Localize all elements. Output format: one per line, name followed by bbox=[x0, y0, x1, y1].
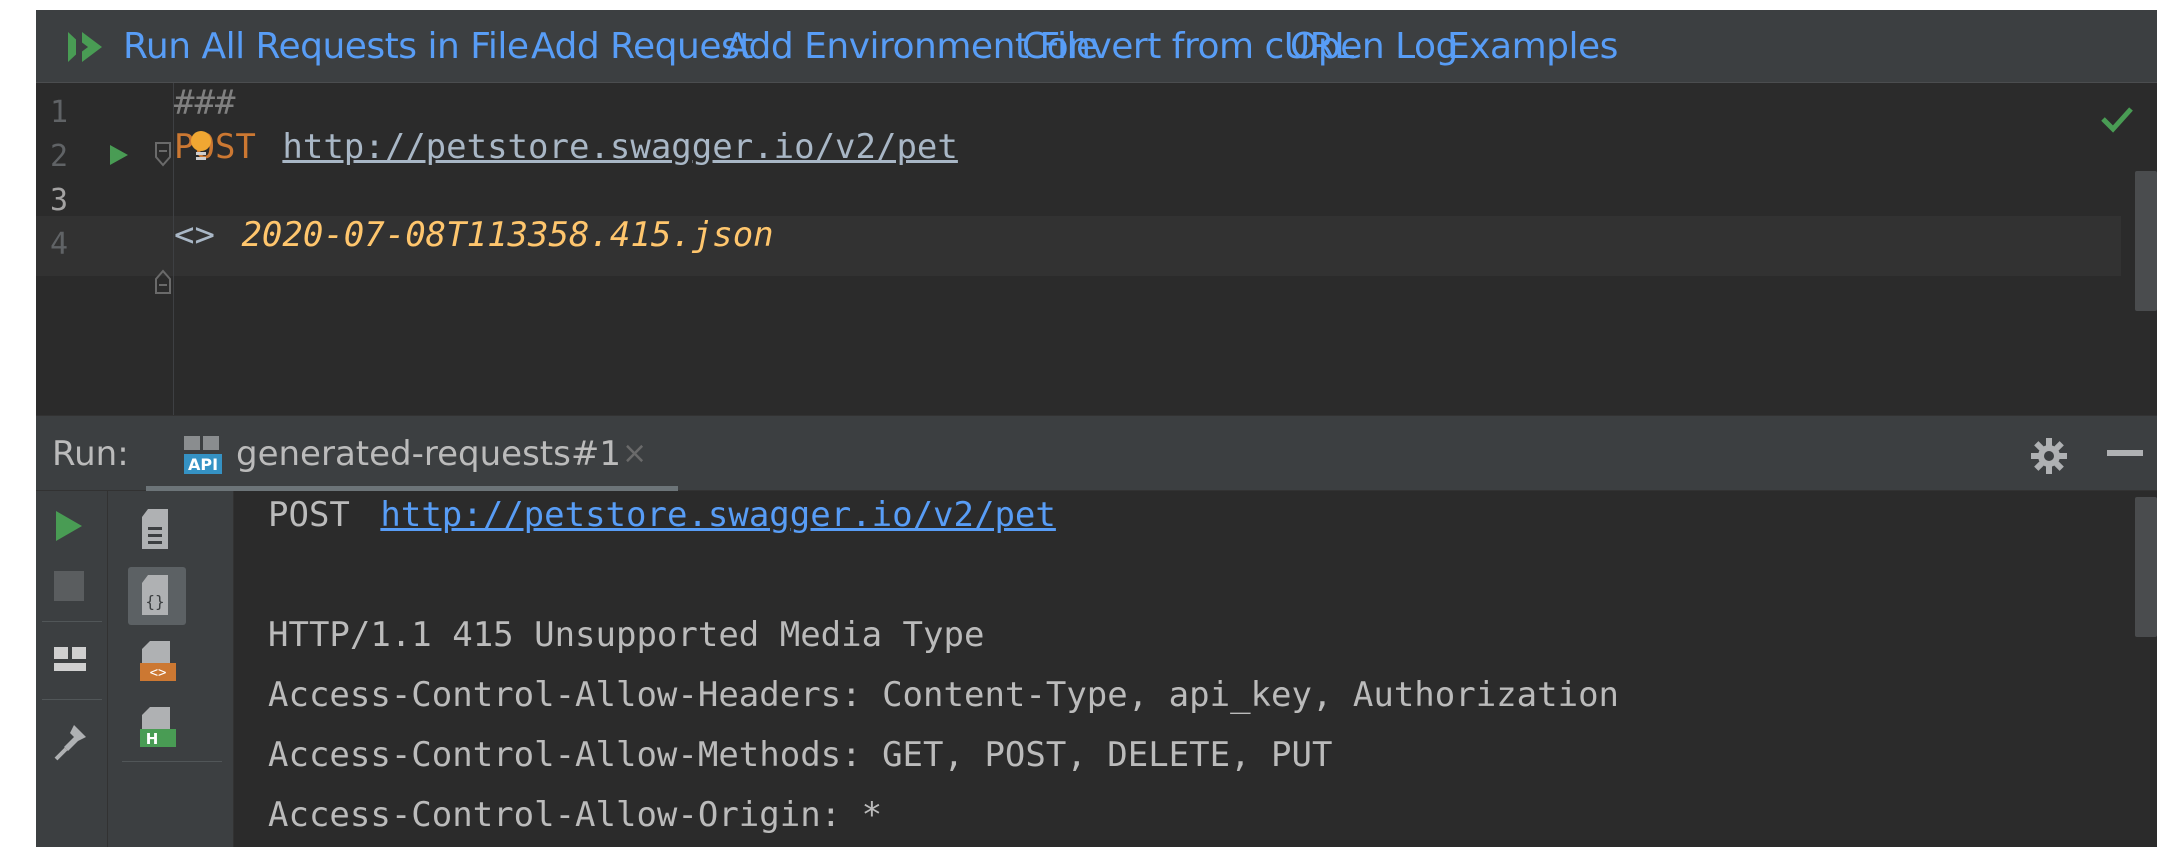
run-all-icon[interactable] bbox=[66, 30, 110, 64]
output-header-allow-headers: Access-Control-Allow-Headers: Content-Ty… bbox=[268, 675, 1620, 715]
minimize-icon[interactable] bbox=[2107, 450, 2143, 456]
intention-bulb-icon[interactable] bbox=[188, 129, 214, 163]
response-file-link[interactable]: 2020-07-08T113358.415.json bbox=[241, 215, 773, 255]
stop-icon[interactable] bbox=[54, 571, 84, 601]
output-request-method: POST bbox=[268, 495, 350, 535]
open-log-link[interactable]: Open Log bbox=[1290, 10, 1458, 83]
output-request-url[interactable]: http://petstore.swagger.io/v2/pet bbox=[380, 495, 1056, 535]
gear-icon[interactable] bbox=[2029, 436, 2069, 476]
run-tab-label: generated-requests#1 bbox=[236, 434, 621, 474]
check-icon bbox=[2101, 107, 2133, 133]
output-header-allow-methods: Access-Control-Allow-Methods: GET, POST,… bbox=[268, 735, 1333, 775]
pin-icon[interactable] bbox=[54, 723, 88, 761]
svg-text:API: API bbox=[188, 455, 218, 474]
http-client-toolbar: Run All Requests in File Add Request Add… bbox=[36, 10, 2157, 83]
run-label: Run: bbox=[52, 434, 129, 474]
rerun-icon[interactable] bbox=[54, 509, 84, 543]
request-line: POST http://petstore.swagger.io/v2/pet bbox=[174, 117, 958, 177]
response-ref-prefix: <> bbox=[174, 215, 215, 255]
response-reference-line: <> 2020-07-08T113358.415.json bbox=[174, 205, 774, 265]
svg-text:{}: {} bbox=[145, 592, 164, 611]
output-status-line: HTTP/1.1 415 Unsupported Media Type bbox=[268, 615, 985, 655]
output-view-toolbar: {} <> H bbox=[108, 491, 234, 847]
run-left-toolbar bbox=[36, 491, 108, 847]
line-number-4: 4 bbox=[50, 227, 69, 262]
output-scrollbar[interactable] bbox=[2135, 497, 2157, 637]
headers-document-icon[interactable]: H bbox=[138, 705, 178, 749]
layout-icon[interactable] bbox=[52, 645, 88, 675]
fold-end-icon[interactable] bbox=[154, 269, 172, 295]
svg-text:H: H bbox=[146, 730, 159, 748]
run-tool-window-header: Run: API generated-requests#1 × bbox=[36, 415, 2157, 492]
output-request-line: POST http://petstore.swagger.io/v2/pet bbox=[268, 485, 1056, 545]
add-request-link[interactable]: Add Request bbox=[531, 10, 753, 83]
close-tab-icon[interactable]: × bbox=[622, 416, 647, 492]
json-document-icon: {} bbox=[142, 575, 168, 615]
examples-link[interactable]: Examples bbox=[1447, 10, 1618, 83]
svg-text:<>: <> bbox=[150, 665, 167, 681]
request-method: POST bbox=[174, 127, 256, 167]
document-icon[interactable] bbox=[138, 507, 174, 551]
output-header-allow-origin: Access-Control-Allow-Origin: * bbox=[268, 795, 883, 835]
api-icon: API bbox=[184, 436, 222, 474]
html-document-icon[interactable]: <> bbox=[138, 639, 178, 683]
http-request-editor[interactable]: 1 2 3 4 ### POST http://petstore.swagger… bbox=[36, 83, 2157, 415]
editor-scrollbar[interactable] bbox=[2135, 171, 2157, 311]
run-output-panel: {} <> H POST http://petstore.swagger.io/… bbox=[36, 491, 2157, 847]
request-url[interactable]: http://petstore.swagger.io/v2/pet bbox=[282, 127, 958, 167]
ide-window: Run All Requests in File Add Request Add… bbox=[36, 10, 2157, 847]
fold-start-icon[interactable] bbox=[154, 141, 172, 167]
run-request-gutter-icon[interactable] bbox=[108, 143, 130, 167]
